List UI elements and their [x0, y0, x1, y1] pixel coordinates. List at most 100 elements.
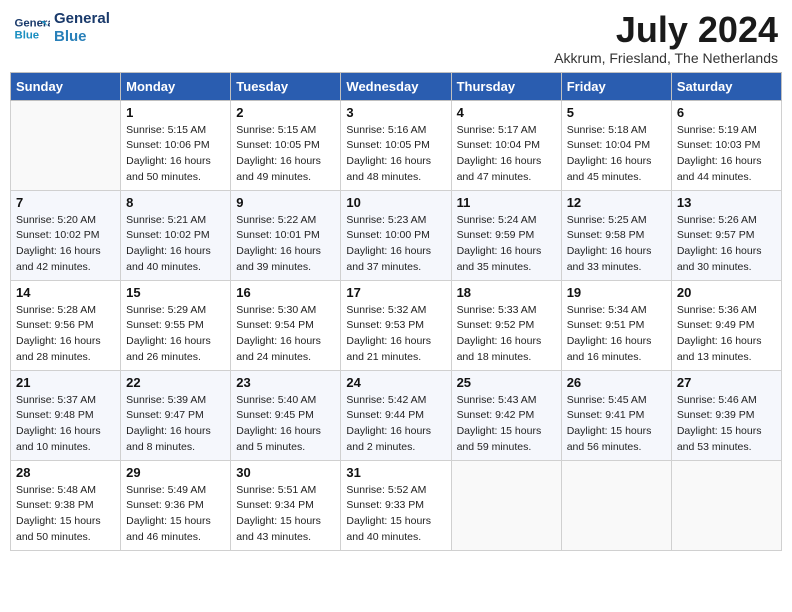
day-info: Sunrise: 5:24 AM Sunset: 9:59 PM Dayligh… — [457, 213, 556, 276]
calendar-body: 1Sunrise: 5:15 AM Sunset: 10:06 PM Dayli… — [11, 100, 782, 550]
day-number: 9 — [236, 195, 335, 210]
calendar-cell: 7 Sunrise: 5:20 AM Sunset: 10:02 PM Dayli… — [11, 190, 121, 280]
day-info: Sunrise: 5:28 AM Sunset: 9:56 PM Dayligh… — [16, 303, 115, 366]
day-number: 17 — [346, 285, 445, 300]
day-number: 13 — [677, 195, 776, 210]
day-info: Sunrise: 5:23 AM Sunset: 10:00 PM Daylig… — [346, 213, 445, 276]
day-info: Sunrise: 5:52 AM Sunset: 9:33 PM Dayligh… — [346, 483, 445, 546]
day-info: Sunrise: 5:46 AM Sunset: 9:39 PM Dayligh… — [677, 393, 776, 456]
day-info: Sunrise: 5:36 AM Sunset: 9:49 PM Dayligh… — [677, 303, 776, 366]
day-number: 6 — [677, 105, 776, 120]
day-info: Sunrise: 5:37 AM Sunset: 9:48 PM Dayligh… — [16, 393, 115, 456]
week-row: 28Sunrise: 5:48 AM Sunset: 9:38 PM Dayli… — [11, 460, 782, 550]
day-info: Sunrise: 5:19 AM Sunset: 10:03 PM Daylig… — [677, 123, 776, 186]
day-number: 26 — [567, 375, 666, 390]
day-info: Sunrise: 5:33 AM Sunset: 9:52 PM Dayligh… — [457, 303, 556, 366]
day-info: Sunrise: 5:17 AM Sunset: 10:04 PM Daylig… — [457, 123, 556, 186]
day-number: 21 — [16, 375, 115, 390]
day-number: 24 — [346, 375, 445, 390]
week-row: 1Sunrise: 5:15 AM Sunset: 10:06 PM Dayli… — [11, 100, 782, 190]
calendar-cell — [11, 100, 121, 190]
day-info: Sunrise: 5:49 AM Sunset: 9:36 PM Dayligh… — [126, 483, 225, 546]
day-number: 16 — [236, 285, 335, 300]
calendar-cell: 16 Sunrise: 5:30 AM Sunset: 9:54 PM Dayli… — [231, 280, 341, 370]
logo: General Blue General Blue — [14, 10, 110, 46]
day-number: 14 — [16, 285, 115, 300]
calendar-cell: 18 Sunrise: 5:33 AM Sunset: 9:52 PM Dayli… — [451, 280, 561, 370]
calendar-cell: 9 Sunrise: 5:22 AM Sunset: 10:01 PM Dayli… — [231, 190, 341, 280]
day-number: 22 — [126, 375, 225, 390]
day-info: Sunrise: 5:51 AM Sunset: 9:34 PM Dayligh… — [236, 483, 335, 546]
page-header: General Blue General Blue July 2024 Akkr… — [10, 10, 782, 66]
calendar-cell: 1Sunrise: 5:15 AM Sunset: 10:06 PM Dayli… — [121, 100, 231, 190]
col-header-saturday: Saturday — [671, 72, 781, 100]
day-number: 30 — [236, 465, 335, 480]
day-info: Sunrise: 5:45 AM Sunset: 9:41 PM Dayligh… — [567, 393, 666, 456]
calendar-cell: 4 Sunrise: 5:17 AM Sunset: 10:04 PM Dayli… — [451, 100, 561, 190]
day-number: 27 — [677, 375, 776, 390]
day-info: Sunrise: 5:20 AM Sunset: 10:02 PM Daylig… — [16, 213, 115, 276]
day-number: 3 — [346, 105, 445, 120]
calendar-cell: 24Sunrise: 5:42 AM Sunset: 9:44 PM Dayli… — [341, 370, 451, 460]
calendar-cell: 21 Sunrise: 5:37 AM Sunset: 9:48 PM Dayli… — [11, 370, 121, 460]
day-info: Sunrise: 5:15 AM Sunset: 10:06 PM Daylig… — [126, 123, 225, 186]
calendar-cell: 3 Sunrise: 5:16 AM Sunset: 10:05 PM Dayli… — [341, 100, 451, 190]
col-header-wednesday: Wednesday — [341, 72, 451, 100]
day-number: 10 — [346, 195, 445, 210]
calendar-cell: 25 Sunrise: 5:43 AM Sunset: 9:42 PM Dayli… — [451, 370, 561, 460]
week-row: 7 Sunrise: 5:20 AM Sunset: 10:02 PM Dayli… — [11, 190, 782, 280]
day-number: 20 — [677, 285, 776, 300]
day-number: 29 — [126, 465, 225, 480]
day-info: Sunrise: 5:16 AM Sunset: 10:05 PM Daylig… — [346, 123, 445, 186]
calendar-cell: 14 Sunrise: 5:28 AM Sunset: 9:56 PM Dayli… — [11, 280, 121, 370]
calendar-cell — [671, 460, 781, 550]
day-number: 11 — [457, 195, 556, 210]
calendar-cell: 17Sunrise: 5:32 AM Sunset: 9:53 PM Dayli… — [341, 280, 451, 370]
day-number: 15 — [126, 285, 225, 300]
month-year: July 2024 — [554, 10, 778, 50]
day-info: Sunrise: 5:30 AM Sunset: 9:54 PM Dayligh… — [236, 303, 335, 366]
calendar-cell: 13 Sunrise: 5:26 AM Sunset: 9:57 PM Dayli… — [671, 190, 781, 280]
day-info: Sunrise: 5:34 AM Sunset: 9:51 PM Dayligh… — [567, 303, 666, 366]
calendar-cell — [451, 460, 561, 550]
col-header-sunday: Sunday — [11, 72, 121, 100]
calendar-cell: 29 Sunrise: 5:49 AM Sunset: 9:36 PM Dayli… — [121, 460, 231, 550]
calendar-cell: 12Sunrise: 5:25 AM Sunset: 9:58 PM Dayli… — [561, 190, 671, 280]
day-info: Sunrise: 5:40 AM Sunset: 9:45 PM Dayligh… — [236, 393, 335, 456]
calendar-cell: 2 Sunrise: 5:15 AM Sunset: 10:05 PM Dayli… — [231, 100, 341, 190]
week-row: 14 Sunrise: 5:28 AM Sunset: 9:56 PM Dayli… — [11, 280, 782, 370]
day-number: 19 — [567, 285, 666, 300]
day-info: Sunrise: 5:29 AM Sunset: 9:55 PM Dayligh… — [126, 303, 225, 366]
calendar-cell: 20 Sunrise: 5:36 AM Sunset: 9:49 PM Dayli… — [671, 280, 781, 370]
calendar-table: SundayMondayTuesdayWednesdayThursdayFrid… — [10, 72, 782, 551]
day-info: Sunrise: 5:39 AM Sunset: 9:47 PM Dayligh… — [126, 393, 225, 456]
calendar-cell: 31Sunrise: 5:52 AM Sunset: 9:33 PM Dayli… — [341, 460, 451, 550]
day-number: 28 — [16, 465, 115, 480]
day-number: 8 — [126, 195, 225, 210]
svg-text:Blue: Blue — [15, 30, 40, 42]
day-number: 4 — [457, 105, 556, 120]
location: Akkrum, Friesland, The Netherlands — [554, 50, 778, 66]
day-info: Sunrise: 5:43 AM Sunset: 9:42 PM Dayligh… — [457, 393, 556, 456]
day-number: 25 — [457, 375, 556, 390]
day-number: 18 — [457, 285, 556, 300]
calendar-cell: 11 Sunrise: 5:24 AM Sunset: 9:59 PM Dayli… — [451, 190, 561, 280]
calendar-cell: 23Sunrise: 5:40 AM Sunset: 9:45 PM Dayli… — [231, 370, 341, 460]
day-info: Sunrise: 5:22 AM Sunset: 10:01 PM Daylig… — [236, 213, 335, 276]
calendar-cell — [561, 460, 671, 550]
col-header-thursday: Thursday — [451, 72, 561, 100]
logo-icon: General Blue — [14, 14, 50, 42]
logo-text-line1: General — [54, 10, 110, 28]
calendar-cell: 6 Sunrise: 5:19 AM Sunset: 10:03 PM Dayli… — [671, 100, 781, 190]
calendar-cell: 26 Sunrise: 5:45 AM Sunset: 9:41 PM Dayli… — [561, 370, 671, 460]
day-number: 7 — [16, 195, 115, 210]
calendar-cell: 27 Sunrise: 5:46 AM Sunset: 9:39 PM Dayli… — [671, 370, 781, 460]
day-number: 2 — [236, 105, 335, 120]
day-info: Sunrise: 5:26 AM Sunset: 9:57 PM Dayligh… — [677, 213, 776, 276]
day-number: 12 — [567, 195, 666, 210]
col-header-tuesday: Tuesday — [231, 72, 341, 100]
day-number: 5 — [567, 105, 666, 120]
day-info: Sunrise: 5:15 AM Sunset: 10:05 PM Daylig… — [236, 123, 335, 186]
week-row: 21 Sunrise: 5:37 AM Sunset: 9:48 PM Dayli… — [11, 370, 782, 460]
calendar-cell: 15 Sunrise: 5:29 AM Sunset: 9:55 PM Dayli… — [121, 280, 231, 370]
